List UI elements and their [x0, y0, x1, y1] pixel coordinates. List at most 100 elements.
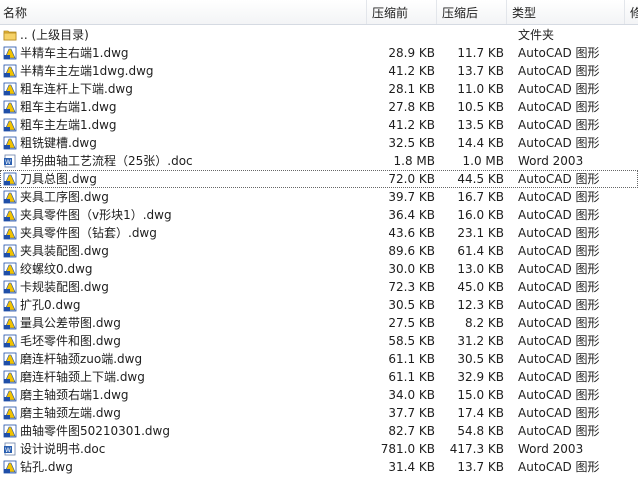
autocad-file-icon — [3, 262, 17, 276]
file-type: AutoCAD 图形 — [518, 172, 600, 186]
compressed-size: 30.5 KB — [457, 352, 504, 366]
compressed-size: 44.5 KB — [457, 172, 504, 186]
compressed-size: 31.2 KB — [457, 334, 504, 348]
original-size: 61.1 KB — [388, 352, 435, 366]
file-row[interactable]: 粗车连杆上下端.dwg 28.1 KB 11.0 KB AutoCAD 图形 — [0, 80, 638, 98]
file-type: AutoCAD 图形 — [518, 244, 600, 258]
file-type: AutoCAD 图形 — [518, 118, 600, 132]
compressed-size: 15.0 KB — [457, 388, 504, 402]
compressed-size: 11.0 KB — [457, 82, 504, 96]
svg-text:W: W — [5, 447, 11, 454]
original-size: 27.8 KB — [388, 100, 435, 114]
file-row[interactable]: 夹具装配图.dwg 89.6 KB 61.4 KB AutoCAD 图形 — [0, 242, 638, 260]
original-size: 30.5 KB — [388, 298, 435, 312]
file-row[interactable]: W 单拐曲轴工艺流程（25张）.doc 1.8 MB 1.0 MB Word 2003 — [0, 152, 638, 170]
compressed-size: 45.0 KB — [457, 280, 504, 294]
autocad-file-icon — [3, 370, 17, 384]
column-header-compressed-size[interactable]: 压缩后 — [442, 5, 478, 21]
column-divider[interactable] — [506, 0, 507, 24]
file-type: AutoCAD 图形 — [518, 280, 600, 294]
file-row[interactable]: 扩孔0.dwg 30.5 KB 12.3 KB AutoCAD 图形 — [0, 296, 638, 314]
column-divider[interactable] — [624, 0, 625, 24]
column-header-original-size[interactable]: 压缩前 — [372, 5, 408, 21]
file-type: AutoCAD 图形 — [518, 334, 600, 348]
file-type: AutoCAD 图形 — [518, 136, 600, 150]
file-type: AutoCAD 图形 — [518, 316, 600, 330]
autocad-file-icon — [3, 64, 17, 78]
file-name: 设计说明书.doc — [20, 442, 106, 456]
file-type: AutoCAD 图形 — [518, 262, 600, 276]
original-size: 781.0 KB — [380, 442, 435, 456]
autocad-file-icon — [3, 298, 17, 312]
file-row[interactable]: 毛坯零件和图.dwg 58.5 KB 31.2 KB AutoCAD 图形 — [0, 332, 638, 350]
file-row[interactable]: 量具公差带图.dwg 27.5 KB 8.2 KB AutoCAD 图形 — [0, 314, 638, 332]
column-header-type[interactable]: 类型 — [512, 5, 536, 21]
file-name: 曲轴零件图50210301.dwg — [20, 424, 170, 438]
autocad-file-icon — [3, 424, 17, 438]
compressed-size: 13.7 KB — [457, 460, 504, 474]
file-row[interactable]: 卡规装配图.dwg 72.3 KB 45.0 KB AutoCAD 图形 — [0, 278, 638, 296]
file-type: AutoCAD 图形 — [518, 190, 600, 204]
column-header-modified[interactable]: 修 — [630, 5, 638, 21]
column-header: 名称 压缩前 压缩后 类型 修 — [0, 0, 638, 25]
original-size: 41.2 KB — [388, 64, 435, 78]
file-name: 半精车主左端1dwg.dwg — [20, 64, 154, 78]
file-type: Word 2003 — [518, 442, 584, 456]
file-row[interactable]: W 设计说明书.doc 781.0 KB 417.3 KB Word 2003 — [0, 440, 638, 458]
compressed-size: 16.7 KB — [457, 190, 504, 204]
original-size: 36.4 KB — [388, 208, 435, 222]
file-row[interactable]: 粗铣键槽.dwg 32.5 KB 14.4 KB AutoCAD 图形 — [0, 134, 638, 152]
column-divider[interactable] — [436, 0, 437, 24]
compressed-size: 1.0 MB — [462, 154, 504, 168]
file-row[interactable]: 磨连杆轴颈zuo端.dwg 61.1 KB 30.5 KB AutoCAD 图形 — [0, 350, 638, 368]
file-row[interactable]: 夹具工序图.dwg 39.7 KB 16.7 KB AutoCAD 图形 — [0, 188, 638, 206]
file-name: 绞螺纹0.dwg — [20, 262, 93, 276]
compressed-size: 23.1 KB — [457, 226, 504, 240]
file-name: 粗车主右端1.dwg — [20, 100, 117, 114]
file-row[interactable]: 粗车主右端1.dwg 27.8 KB 10.5 KB AutoCAD 图形 — [0, 98, 638, 116]
autocad-file-icon — [3, 388, 17, 402]
autocad-file-icon — [3, 190, 17, 204]
original-size: 37.7 KB — [388, 406, 435, 420]
compressed-size: 11.7 KB — [457, 46, 504, 60]
file-type: 文件夹 — [518, 28, 555, 42]
file-row[interactable]: 钻孔.dwg 31.4 KB 13.7 KB AutoCAD 图形 — [0, 458, 638, 476]
column-divider[interactable] — [366, 0, 367, 24]
file-row[interactable]: 夹具零件图（钻套）.dwg 43.6 KB 23.1 KB AutoCAD 图形 — [0, 224, 638, 242]
file-row[interactable]: 磨主轴颈左端.dwg 37.7 KB 17.4 KB AutoCAD 图形 — [0, 404, 638, 422]
file-row[interactable]: 曲轴零件图50210301.dwg 82.7 KB 54.8 KB AutoCAD 图… — [0, 422, 638, 440]
file-name: 磨连杆轴颈上下端.dwg — [20, 370, 145, 384]
compressed-size: 32.9 KB — [457, 370, 504, 384]
file-type: AutoCAD 图形 — [518, 352, 600, 366]
file-type: AutoCAD 图形 — [518, 82, 600, 96]
autocad-file-icon — [3, 352, 17, 366]
compressed-size: 16.0 KB — [457, 208, 504, 222]
file-type: AutoCAD 图形 — [518, 298, 600, 312]
original-size: 41.2 KB — [388, 118, 435, 132]
compressed-size: 54.8 KB — [457, 424, 504, 438]
parent-directory-row[interactable]: .. (上级目录) 文件夹 — [0, 26, 638, 44]
file-type: AutoCAD 图形 — [518, 64, 600, 78]
file-row[interactable]: 半精车主左端1dwg.dwg 41.2 KB 13.7 KB AutoCAD 图形 — [0, 62, 638, 80]
file-name: 刀具总图.dwg — [20, 172, 97, 186]
compressed-size: 13.7 KB — [457, 64, 504, 78]
file-row[interactable]: 夹具零件图（v形块1）.dwg 36.4 KB 16.0 KB AutoCAD 图形 — [0, 206, 638, 224]
compressed-size: 17.4 KB — [457, 406, 504, 420]
compressed-size: 12.3 KB — [457, 298, 504, 312]
word-doc-icon: W — [3, 442, 17, 456]
file-type: AutoCAD 图形 — [518, 424, 600, 438]
file-row[interactable]: 绞螺纹0.dwg 30.0 KB 13.0 KB AutoCAD 图形 — [0, 260, 638, 278]
file-row[interactable]: 磨主轴颈右端1.dwg 34.0 KB 15.0 KB AutoCAD 图形 — [0, 386, 638, 404]
file-row[interactable]: 半精车主右端1.dwg 28.9 KB 11.7 KB AutoCAD 图形 — [0, 44, 638, 62]
file-row[interactable]: 磨连杆轴颈上下端.dwg 61.1 KB 32.9 KB AutoCAD 图形 — [0, 368, 638, 386]
column-header-name[interactable]: 名称 — [3, 5, 27, 21]
original-size: 28.1 KB — [388, 82, 435, 96]
file-row[interactable]: 刀具总图.dwg 72.0 KB 44.5 KB AutoCAD 图形 — [0, 170, 638, 188]
autocad-file-icon — [3, 316, 17, 330]
compressed-size: 10.5 KB — [457, 100, 504, 114]
original-size: 28.9 KB — [388, 46, 435, 60]
original-size: 39.7 KB — [388, 190, 435, 204]
autocad-file-icon — [3, 244, 17, 258]
original-size: 34.0 KB — [388, 388, 435, 402]
file-row[interactable]: 粗车主左端1.dwg 41.2 KB 13.5 KB AutoCAD 图形 — [0, 116, 638, 134]
